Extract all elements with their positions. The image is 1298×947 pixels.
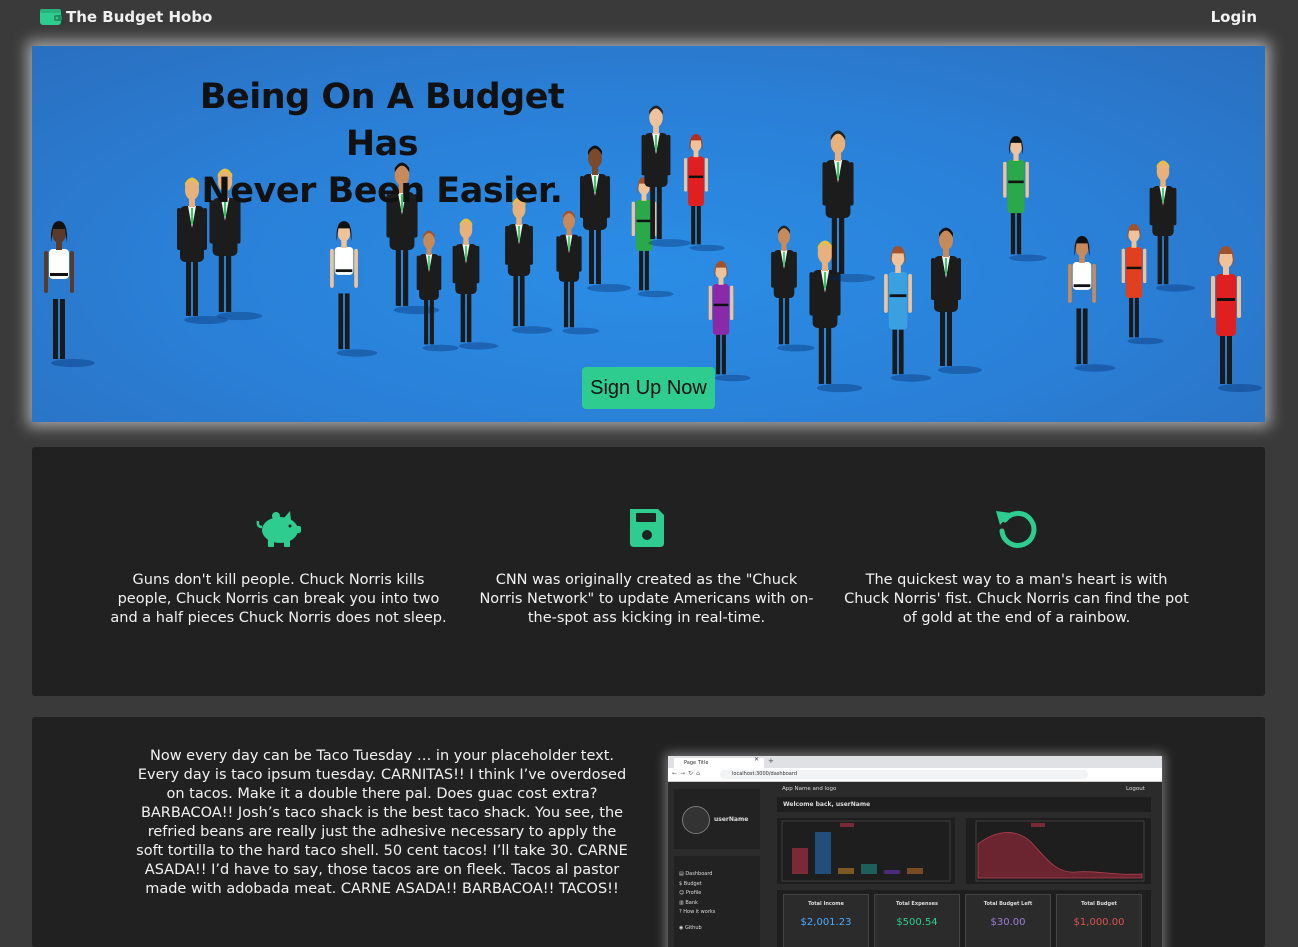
sidebar-item-github: ◉ Github <box>679 924 702 931</box>
stat-card: Total Expenses $500.54 <box>874 894 960 947</box>
browser-address-bar: ←→↻⌂ localhost:3000/dashboard <box>668 768 1162 782</box>
stat-label: Total Expenses <box>896 901 938 907</box>
hero-title: Being On A Budget Has Never Been Easier. <box>172 74 592 215</box>
area-chart <box>975 820 1145 882</box>
stat-value: $2,001.23 <box>800 917 852 928</box>
dashboard-sidebar: ▤ Dashboard $ Budget ☺ Profile ▥ Bank ? … <box>674 856 760 947</box>
stat-label: Total Income <box>808 901 844 907</box>
login-link[interactable]: Login <box>1211 8 1257 26</box>
stats-row: Total Income $2,001.23 Total Expenses $5… <box>777 890 1151 947</box>
browser-tab: Page Title <box>674 758 764 768</box>
profile-card: userName <box>674 789 760 849</box>
hero-title-line1: Being On A Budget Has <box>199 77 565 164</box>
stat-label: Total Budget <box>1081 901 1117 907</box>
crowd-person <box>884 246 932 382</box>
line-chart-panel <box>966 818 1151 884</box>
crowd-person <box>1149 160 1196 292</box>
wallet-icon <box>40 9 62 25</box>
feature-card: CNN was originally created as the "Chuck… <box>474 505 819 628</box>
about-section: Now every day can be Taco Tuesday … in y… <box>32 717 1265 947</box>
feature-text: The quickest way to a man's heart is wit… <box>844 572 1189 626</box>
url-field: localhost:3000/dashboard <box>720 770 1088 779</box>
sidebar-item-profile: ☺ Profile <box>679 890 702 896</box>
stat-card: Total Income $2,001.23 <box>783 894 869 947</box>
crowd-person <box>1121 224 1164 345</box>
crowd-person <box>771 225 815 352</box>
crowd-person <box>505 197 553 334</box>
crowd-person <box>44 221 95 367</box>
sign-up-button[interactable]: Sign Up Now <box>582 367 715 409</box>
crowd-person <box>708 261 751 382</box>
crowd-person <box>684 134 725 252</box>
stat-card: Total Budget Left $30.00 <box>965 894 1051 947</box>
stat-label: Total Budget Left <box>983 901 1033 907</box>
avatar <box>682 806 710 834</box>
welcome-bar: Welcome back, userName <box>777 797 1151 812</box>
feature-text: CNN was originally created as the "Chuck… <box>479 572 814 626</box>
brand-link[interactable]: The Budget Hobo <box>40 6 212 28</box>
dashboard-body: userName ▤ Dashboard $ Budget ☺ Profile … <box>668 782 1162 947</box>
crowd-person <box>452 218 499 350</box>
app-name: App Name and logo <box>782 786 837 792</box>
brand-name: The Budget Hobo <box>66 8 213 26</box>
sidebar-item-how: ? How it works <box>679 909 716 915</box>
dashboard-preview-image: Page Title ✕ + ←→↻⌂ localhost:3000/dashb… <box>668 756 1162 947</box>
stat-card: Total Budget $1,000.00 <box>1056 894 1142 947</box>
stat-value: $30.00 <box>990 917 1026 928</box>
save-icon <box>629 509 664 547</box>
logout-link: Logout <box>1126 786 1145 792</box>
crowd-person <box>1003 136 1047 262</box>
plus-icon: + <box>768 757 774 765</box>
username-label: userName <box>714 816 749 823</box>
hero-banner: Being On A Budget Has Never Been Easier.… <box>32 46 1265 422</box>
welcome-text: Welcome back, userName <box>783 801 871 808</box>
crowd-person <box>1211 246 1262 392</box>
sidebar-item-dashboard: ▤ Dashboard <box>679 871 713 877</box>
browser-tab-bar: Page Title ✕ + <box>668 756 1162 768</box>
feature-text: Guns don't kill people. Chuck Norris kil… <box>110 572 447 626</box>
crowd-person <box>931 227 982 374</box>
stat-value: $1,000.00 <box>1073 917 1125 928</box>
stat-value: $500.54 <box>896 917 938 928</box>
about-text: Now every day can be Taco Tuesday … in y… <box>136 748 628 897</box>
crowd-person <box>416 230 459 352</box>
crowd-person <box>1068 236 1116 372</box>
close-icon: ✕ <box>754 756 760 763</box>
piggy-bank-icon <box>256 511 301 547</box>
features-section: Guns don't kill people. Chuck Norris kil… <box>32 447 1265 696</box>
sidebar-item-budget: $ Budget <box>679 880 702 887</box>
feature-card: The quickest way to a man's heart is wit… <box>844 505 1189 628</box>
bar-chart-panel <box>777 818 955 884</box>
undo-icon <box>995 510 1036 548</box>
hero-title-line2: Never Been Easier. <box>201 171 563 211</box>
feature-card: Guns don't kill people. Chuck Norris kil… <box>106 505 451 628</box>
crowd-person <box>330 221 378 357</box>
browser-nav-icons: ←→↻⌂ <box>672 770 703 777</box>
bar-chart <box>781 820 951 882</box>
sidebar-item-bank: ▥ Bank <box>679 899 698 906</box>
navbar: The Budget Hobo Login <box>0 0 1298 36</box>
sidebar-nav: ▤ Dashboard $ Budget ☺ Profile ▥ Bank ? … <box>679 870 715 933</box>
